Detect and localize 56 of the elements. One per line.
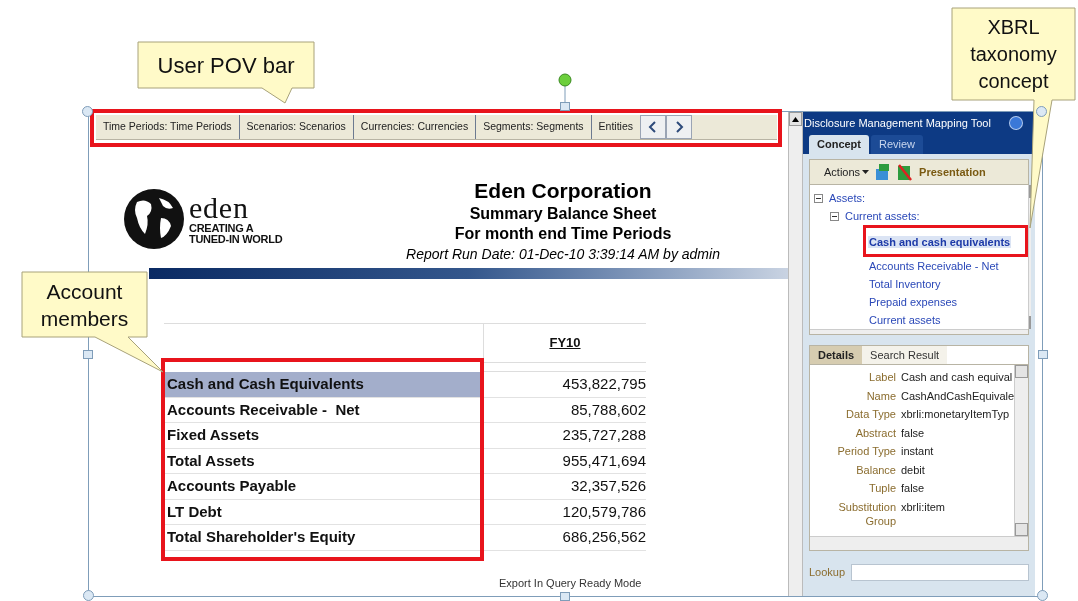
table-cell: 955,471,694	[484, 448, 646, 474]
table-cell: 686,256,562	[484, 525, 646, 551]
details-tab[interactable]: Search Result	[862, 346, 948, 364]
logo-tagline: TUNED-IN WORLD	[189, 234, 283, 245]
tree-item[interactable]: Assets:	[829, 189, 866, 207]
callout-text: User POV bar	[157, 51, 295, 80]
property-label: Abstract	[854, 425, 896, 441]
panel-title: Disclosure Management Mapping Tool	[804, 115, 991, 131]
tree-item[interactable]: Current assets	[868, 311, 942, 329]
pov-tab[interactable]: Entities	[591, 115, 640, 139]
details-tab[interactable]: Details	[810, 346, 863, 364]
tree-item[interactable]: Accounts Receivable - Net	[868, 257, 1000, 275]
tree-item[interactable]: Current assets:	[845, 207, 920, 225]
property-label: Label	[868, 370, 896, 385]
export-link[interactable]: Export In Query Ready Mode	[499, 574, 642, 591]
report-subtitle: Summary Balance Sheet	[469, 204, 657, 224]
column-header: FY10	[549, 334, 581, 353]
panel-tab[interactable]: Concept	[809, 135, 869, 154]
table-cell: 453,822,795	[484, 372, 646, 398]
row-label[interactable]: Cash and Cash Equivalents	[165, 372, 480, 398]
table-cell: 85,788,602	[484, 397, 646, 423]
callout-text: Account members	[39, 278, 130, 332]
property-value: debit	[901, 462, 925, 478]
property-value: Cash and cash equival	[901, 370, 1013, 385]
property-label: Data Type	[845, 407, 896, 422]
table-cell: 32,357,526	[484, 474, 646, 500]
pov-tab[interactable]: Currencies: Currencies	[353, 115, 477, 139]
pov-tab[interactable]: Segments: Segments	[476, 115, 592, 139]
property-label: Name	[865, 388, 896, 404]
logo-wordmark: eden	[189, 193, 250, 223]
view-label: Presentation	[919, 164, 986, 180]
report-period: For month end Time Periods	[454, 224, 672, 244]
table-cell: 120,579,786	[484, 499, 646, 525]
table-cell: 235,727,288	[484, 423, 646, 449]
property-value: xbrli:monetaryItemTyp	[901, 407, 1010, 422]
pov-tab[interactable]: Time Periods: Time Periods	[96, 115, 240, 139]
property-value: false	[901, 481, 925, 496]
report-run-date: Report Run Date: 01-Dec-10 3:39:14 AM by admin	[406, 245, 720, 264]
tree-item[interactable]: Total Inventory	[868, 275, 942, 293]
callout-text: XBRL taxonomy concept	[969, 14, 1058, 94]
report-title: Eden Corporation	[474, 178, 652, 204]
pov-tab[interactable]: Scenarios: Scenarios	[239, 115, 354, 139]
property-label: Substitution Group	[837, 499, 896, 528]
tree-item[interactable]: Prepaid expenses	[868, 293, 959, 311]
actions-menu[interactable]: Actions	[824, 163, 870, 181]
property-value: xbrli:item	[901, 499, 945, 515]
property-label: Tuple	[867, 481, 896, 496]
property-label: Period Type	[836, 444, 896, 459]
tree-item[interactable]: Cash and cash equivalents	[868, 236, 1012, 248]
property-label: Balance	[855, 462, 896, 478]
panel-tab[interactable]: Review	[871, 135, 924, 154]
property-value: false	[901, 425, 925, 441]
property-value: instant	[901, 444, 934, 459]
property-value: CashAndCashEquivale	[901, 388, 1015, 404]
logo-tagline: CREATING A	[189, 223, 255, 234]
lookup-label: Lookup	[809, 564, 846, 580]
